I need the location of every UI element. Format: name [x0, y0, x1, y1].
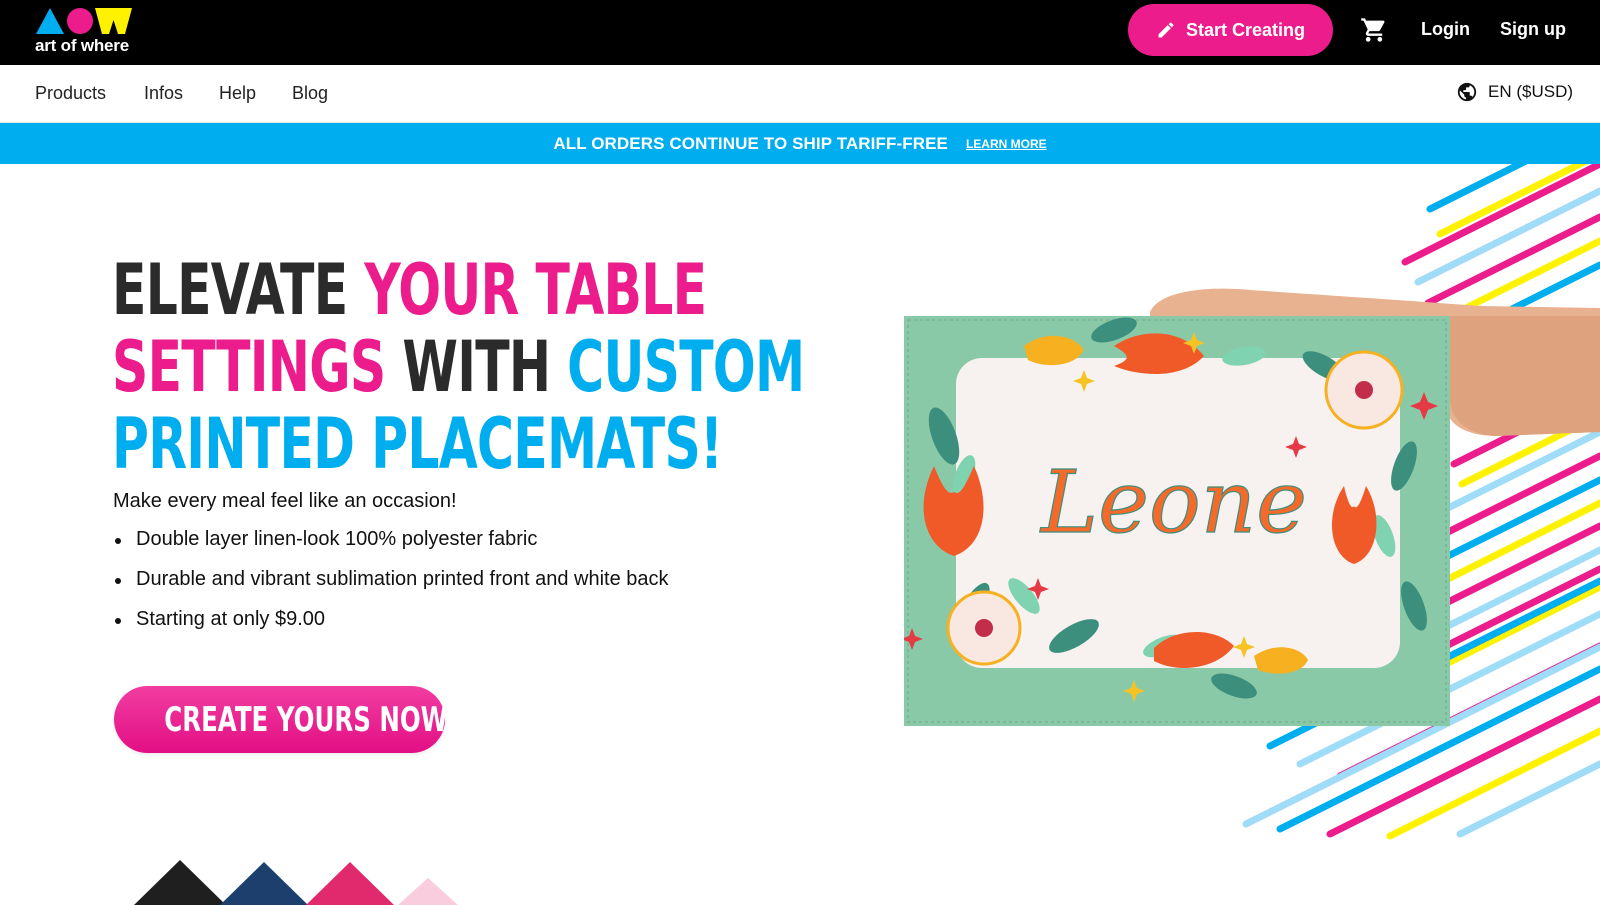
feature-item: Double layer linen-look 100% polyester f…	[113, 528, 669, 568]
banner-text: ALL ORDERS CONTINUE TO SHIP TARIFF-FREE	[553, 133, 948, 153]
cart-icon[interactable]	[1360, 16, 1388, 44]
hero-headline: ELEVATE YOUR TABLE SETTINGS WITH CUSTOM …	[112, 249, 805, 483]
brand-logo[interactable]: art of where	[34, 6, 144, 58]
start-creating-button[interactable]: Start Creating	[1128, 4, 1333, 56]
placemat-product-image: Leone	[904, 316, 1450, 726]
top-bar: art of where Start Creating Login Sign u…	[0, 0, 1600, 65]
headline-settings: SETTINGS	[112, 326, 403, 408]
globe-icon	[1457, 82, 1477, 102]
pencil-icon	[1158, 22, 1174, 38]
nav-item-infos[interactable]: Infos	[144, 83, 183, 104]
headline-with: WITH	[402, 326, 568, 408]
product-thumbnails	[134, 860, 458, 905]
nav-item-help[interactable]: Help	[219, 83, 256, 104]
learn-more-link[interactable]: LEARN MORE	[966, 137, 1047, 151]
headline-printed-placemats: PRINTED PLACEMATS!	[112, 403, 723, 485]
headline-your-table: YOUR TABLE	[364, 249, 707, 331]
thumbnail-light[interactable]	[398, 878, 458, 905]
feature-item: Starting at only $9.00	[113, 608, 669, 648]
signup-link[interactable]: Sign up	[1500, 19, 1566, 40]
thumbnail-pink[interactable]	[306, 862, 394, 905]
main-nav: Products Infos Help Blog EN ($USD)	[0, 65, 1600, 123]
thumbnail-navy[interactable]	[220, 862, 308, 905]
language-selector[interactable]: EN ($USD)	[1456, 81, 1573, 103]
nav-item-products[interactable]: Products	[35, 83, 106, 104]
nav-item-blog[interactable]: Blog	[292, 83, 328, 104]
create-yours-now-button[interactable]: CREATE YOURS NOW!	[114, 686, 459, 753]
language-label: EN ($USD)	[1488, 82, 1574, 101]
headline-custom: CUSTOM	[567, 326, 805, 408]
feature-item: Durable and vibrant sublimation printed …	[113, 568, 669, 608]
placemat-name-text: Leone	[1039, 453, 1307, 553]
announcement-banner: ALL ORDERS CONTINUE TO SHIP TARIFF-FREE …	[0, 123, 1600, 164]
hero-subtitle: Make every meal feel like an occasion!	[113, 490, 457, 512]
create-yours-now-label: CREATE YOURS NOW!	[164, 699, 459, 740]
logo-text: art of where	[35, 36, 129, 55]
start-creating-label: Start Creating	[1185, 19, 1306, 40]
headline-elevate: ELEVATE	[112, 249, 365, 331]
thumbnail-black[interactable]	[134, 860, 226, 905]
logo-shapes-icon	[36, 8, 132, 34]
feature-list: Double layer linen-look 100% polyester f…	[113, 528, 669, 648]
login-link[interactable]: Login	[1421, 19, 1470, 40]
